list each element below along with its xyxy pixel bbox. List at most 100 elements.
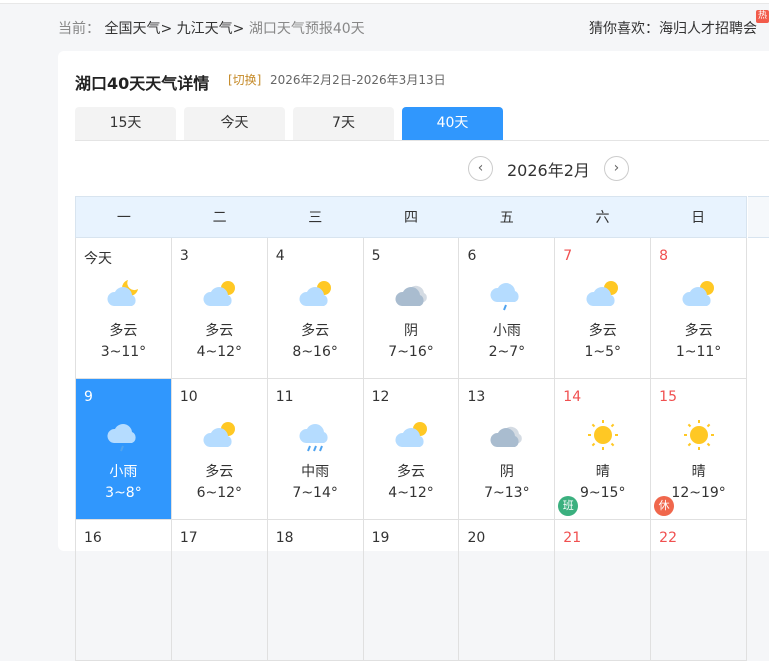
day-number: 17 — [179, 530, 198, 546]
guess-you-like: 猜你喜欢：海归人才招聘会 — [589, 18, 757, 38]
next-month-button[interactable]: › — [603, 156, 629, 181]
calendar: 一 二 三 四 五 六 日 今天 多云 3~11° 3 多云 4~12° 4 多云 8~16° 5 阴 7~16°… — [75, 196, 748, 661]
day-cell[interactable]: 19 — [363, 520, 460, 661]
weather-text: 多云 — [588, 323, 617, 339]
weather-text: 小雨 — [109, 464, 138, 480]
day-cell[interactable]: 3 多云 4~12° — [171, 238, 268, 379]
temperature-range: 2~7° — [488, 344, 526, 360]
cloud-sun-icon — [682, 281, 715, 306]
tab-15-days[interactable]: 15天 — [75, 107, 176, 140]
weather-text: 多云 — [205, 464, 234, 480]
light-rain-icon — [490, 283, 520, 311]
temperature-range: 7~13° — [484, 485, 530, 501]
weather-text: 晴 — [595, 464, 610, 480]
day-number: 13 — [467, 389, 486, 405]
day-cell[interactable]: 10 多云 6~12° — [171, 379, 268, 520]
day-cell[interactable]: 16 — [76, 520, 172, 661]
calendar-row: 今天 多云 3~11° 3 多云 4~12° 4 多云 8~16° 5 阴 7~16° 6 小雨 2~7° 7… — [76, 238, 748, 379]
temperature-range: 1~11° — [675, 344, 722, 360]
holiday-badge: 班 — [558, 496, 579, 516]
weekday-label: 五 — [499, 210, 514, 226]
day-cell[interactable]: 21 — [555, 520, 652, 661]
weather-text: 多云 — [301, 323, 330, 339]
day-number: 5 — [371, 248, 381, 264]
weather-text: 中雨 — [301, 464, 330, 480]
cloud-sun-icon — [586, 281, 619, 306]
day-number: 4 — [275, 248, 285, 264]
guess-label: 猜你喜欢： — [589, 21, 659, 37]
month-nav: ‹ 2026年2月 › — [468, 156, 629, 181]
sun-icon — [588, 420, 619, 450]
weather-text: 阴 — [499, 464, 514, 480]
day-cell[interactable]: 6 小雨 2~7° — [459, 238, 556, 379]
switch-label[interactable]: [切换] — [228, 73, 261, 87]
day-cell[interactable]: 13 阴 7~13° — [459, 379, 556, 520]
breadcrumb-jiujiang[interactable]: 九江天气> — [177, 21, 245, 37]
holiday-badge: 休 — [654, 496, 675, 516]
day-cell[interactable]: 9 小雨 3~8° — [76, 379, 172, 520]
temperature-range: 4~12° — [196, 344, 243, 360]
day-number: 14 — [563, 389, 582, 405]
day-cell[interactable]: 15 晴 12~19° 休 — [651, 379, 748, 520]
top-bar — [0, 0, 769, 4]
weekday-label: 六 — [595, 210, 610, 226]
overcast-icon — [395, 285, 427, 306]
day-number: 15 — [659, 389, 677, 405]
day-cell[interactable]: 8 多云 1~11° — [651, 238, 748, 379]
prev-month-button[interactable]: ‹ — [468, 156, 493, 181]
day-number: 7 — [563, 248, 573, 264]
tab-today[interactable]: 今天 — [184, 107, 285, 140]
day-number: 20 — [467, 530, 486, 546]
weekday-label: 三 — [308, 210, 323, 226]
guess-link[interactable]: 海归人才招聘会 — [659, 21, 757, 37]
light-rain-icon — [107, 424, 136, 452]
weekday-label: 一 — [116, 210, 131, 226]
day-cell[interactable]: 5 阴 7~16° — [363, 238, 460, 379]
temperature-range: 6~12° — [196, 485, 243, 501]
cloud-moon-icon — [107, 280, 138, 306]
day-cell[interactable]: 12 多云 4~12° — [363, 379, 460, 520]
breadcrumb-current: 湖口天气预报40天 — [248, 21, 365, 37]
day-cell[interactable]: 20 — [459, 520, 556, 661]
temperature-range: 7~16° — [388, 344, 434, 360]
tab-40-days[interactable]: 40天 — [402, 107, 503, 140]
day-cell[interactable]: 11 中雨 7~14° — [267, 379, 364, 520]
breadcrumb-prefix: 当前： — [58, 21, 100, 37]
weekday-label: 四 — [404, 210, 419, 226]
moderate-rain-icon — [299, 424, 328, 452]
day-number: 6 — [467, 248, 477, 264]
overcast-icon — [490, 426, 523, 447]
day-cell[interactable]: 14 晴 9~15° 班 — [555, 379, 652, 520]
cloud-sun-icon — [203, 422, 235, 447]
day-cell[interactable]: 17 — [171, 520, 268, 661]
day-cell[interactable]: 今天 多云 3~11° — [76, 238, 172, 379]
month-label: 2026年2月 — [507, 160, 590, 180]
cloud-sun-icon — [395, 422, 427, 447]
side-panel — [748, 196, 769, 238]
day-cell[interactable]: 18 — [267, 520, 364, 661]
tab-bar: 15天 今天 7天 40天 — [75, 107, 769, 141]
tab-7-days[interactable]: 7天 — [293, 107, 394, 140]
weather-text: 阴 — [404, 323, 418, 339]
temperature-range: 1~5° — [584, 344, 621, 360]
day-number: 11 — [275, 389, 294, 405]
date-range: 2026年2月2日-2026年3月13日 — [270, 73, 446, 87]
day-number: 8 — [659, 248, 669, 264]
switch-city-link[interactable]: [切换] — [228, 71, 261, 88]
day-cell[interactable]: 7 多云 1~5° — [555, 238, 652, 379]
calendar-row: 16 17 18 19 20 21 22 — [76, 520, 748, 661]
hot-badge: 热 — [756, 10, 769, 23]
weather-text: 晴 — [691, 464, 706, 480]
day-cell[interactable]: 22 — [651, 520, 748, 661]
day-number: 3 — [179, 248, 189, 264]
weather-text: 多云 — [205, 323, 234, 339]
breadcrumb-national[interactable]: 全国天气> — [104, 21, 172, 37]
weather-text: 多云 — [109, 323, 138, 339]
weekday-label: 二 — [212, 210, 227, 226]
day-cell[interactable]: 4 多云 8~16° — [267, 238, 364, 379]
day-number: 16 — [84, 530, 102, 546]
weather-text: 小雨 — [492, 323, 521, 339]
day-number: 21 — [563, 530, 582, 546]
temperature-range: 3~8° — [105, 485, 142, 501]
page-title: 湖口40天天气详情 — [75, 74, 210, 93]
